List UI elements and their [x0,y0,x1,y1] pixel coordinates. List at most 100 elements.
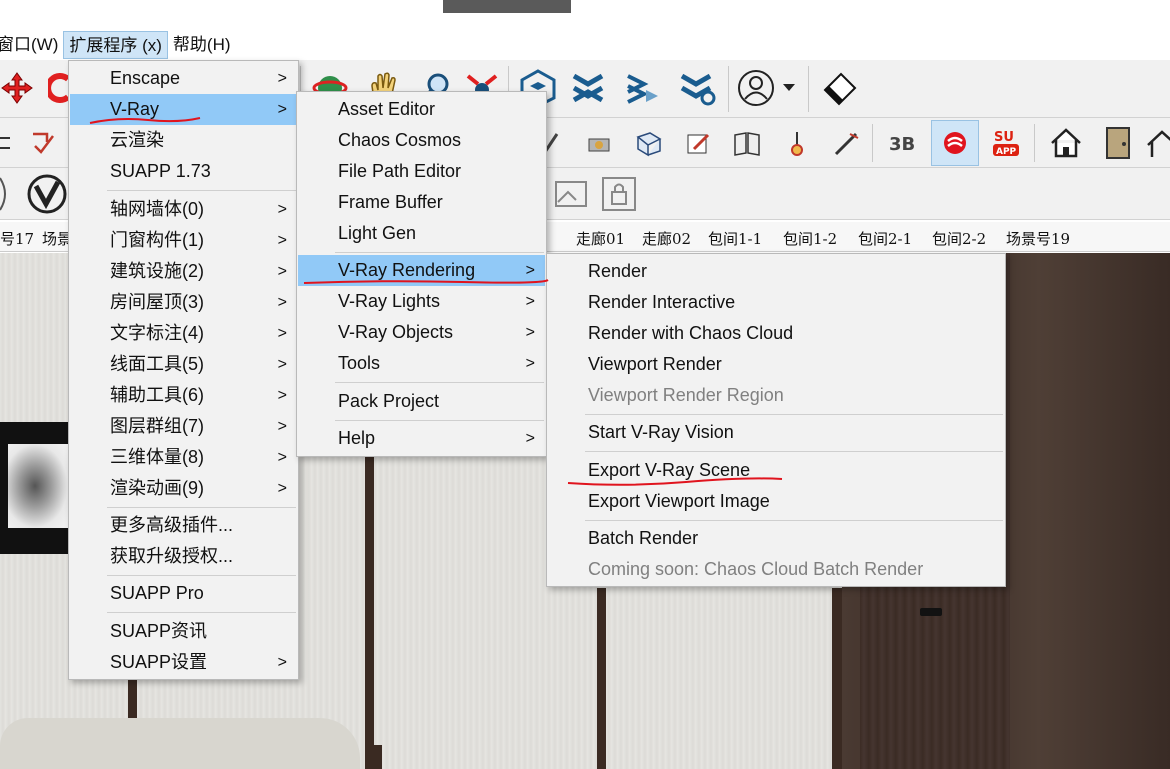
menu-item-cloud-render[interactable]: 云渲染 [70,125,297,156]
chevron-right-icon: > [525,293,535,310]
tool-partial-icon[interactable] [0,174,12,214]
menu-item-layer-group[interactable]: 图层群组(7) > [70,411,297,442]
book-tool-icon[interactable] [730,126,764,160]
material-tool-icon[interactable] [584,126,614,160]
menu-item-chaos-cosmos[interactable]: Chaos Cosmos [298,125,545,156]
vray-rendering-submenu: Render Render Interactive Render with Ch… [546,253,1006,587]
menu-item-more-plugins[interactable]: 更多高级插件... [70,510,297,541]
menu-item-suapp-version[interactable]: SUAPP 1.73 [70,156,297,187]
menu-item-enscape[interactable]: Enscape > [70,63,297,94]
menu-item-asset-editor[interactable]: Asset Editor [298,94,545,125]
scene-tab[interactable]: 包间2-1 [858,228,912,249]
chevron-down-icon[interactable] [780,78,798,98]
menu-item-upgrade-license[interactable]: 获取升级授权... [70,541,297,572]
menubar: 窗口(W) 扩展程序 (x) 帮助(H) [0,30,1170,60]
menu-item-label: Viewport Render [588,354,722,374]
lock-icon[interactable] [596,172,642,216]
menu-window[interactable]: 窗口(W) [0,31,63,59]
vray-settings-icon[interactable] [676,68,720,108]
check-tool-icon[interactable] [28,126,58,160]
menu-item-label: Coming soon: Chaos Cloud Batch Render [588,559,924,579]
wall-painting [8,444,68,528]
menu-item-frame-buffer[interactable]: Frame Buffer [298,187,545,218]
menu-item-suapp-news[interactable]: SUAPP资讯 [70,616,297,647]
scene-tab[interactable]: 号17 [0,228,34,249]
house-icon[interactable] [1044,124,1088,162]
menu-separator [335,382,544,383]
menu-item-render-animation[interactable]: 渲染动画(9) > [70,473,297,504]
vray-send-icon[interactable] [620,68,664,108]
menu-item-3d-volume[interactable]: 三维体量(8) > [70,442,297,473]
menu-item-render-chaos-cloud[interactable]: Render with Chaos Cloud [548,318,1004,349]
toolbar-separator [1034,124,1035,162]
tool-partial-icon[interactable] [0,126,14,160]
menu-item-door-window[interactable]: 门窗构件(1) > [70,225,297,256]
menu-item-suapp-settings[interactable]: SUAPP设置 > [70,647,297,678]
window-title-chip [443,0,571,13]
chevron-right-icon: > [525,355,535,372]
menu-item-viewport-render[interactable]: Viewport Render [548,349,1004,380]
scene-tab[interactable]: 包间1-2 [783,228,837,249]
move-icon[interactable] [0,68,34,108]
menu-item-label: Render [588,261,648,281]
image-frame-icon[interactable] [550,172,592,216]
svg-text:APP: APP [996,147,1017,157]
user-icon[interactable] [734,68,778,108]
menu-item-label: Light Gen [338,223,417,243]
vray-stack-icon[interactable] [566,68,610,108]
pen-tool-icon[interactable] [830,126,864,160]
menu-separator [585,520,1003,521]
menu-item-room-roof[interactable]: 房间屋顶(3) > [70,287,297,318]
chevron-right-icon: > [525,430,535,447]
menu-item-label: 三维体量(8) [110,447,204,467]
extensions-menu: Enscape > V-Ray > 云渲染 SUAPP 1.73 轴网墙体(0) > … [68,60,299,680]
box-tool-icon[interactable] [632,126,664,160]
menu-item-help[interactable]: Help > [298,423,545,454]
menu-help[interactable]: 帮助(H) [168,31,236,59]
wall-post [597,588,606,769]
scene-tab[interactable]: 走廊02 [642,228,691,249]
eraser-icon[interactable] [816,68,862,108]
menu-item-text-annotation[interactable]: 文字标注(4) > [70,318,297,349]
menu-extensions[interactable]: 扩展程序 (x) [63,31,168,59]
sketchup-render-icon[interactable] [931,120,979,166]
door-icon[interactable] [1096,124,1140,162]
menu-item-file-path-editor[interactable]: File Path Editor [298,156,545,187]
menu-item-label: 渲染动画(9) [110,478,204,498]
menu-item-label: Viewport Render Region [588,385,784,405]
menu-item-vray-lights[interactable]: V-Ray Lights > [298,286,545,317]
menu-item-label: V-Ray Lights [338,291,441,311]
suapp-icon[interactable]: SU APP [986,124,1026,162]
house-outline-icon[interactable] [1146,124,1170,162]
menu-item-light-gen[interactable]: Light Gen [298,218,545,249]
menu-item-label: Batch Render [588,528,699,548]
scene-tab[interactable]: 场景号19 [1006,228,1070,249]
menu-item-pack-project[interactable]: Pack Project [298,386,545,417]
menu-item-line-face-tools[interactable]: 线面工具(5) > [70,349,297,380]
menu-item-label: Pack Project [338,391,440,411]
menu-item-tools[interactable]: Tools > [298,348,545,379]
menu-item-export-viewport-image[interactable]: Export Viewport Image [548,486,1004,517]
menu-item-batch-render[interactable]: Batch Render [548,523,1004,554]
menu-item-render[interactable]: Render [548,256,1004,287]
menu-item-label: Frame Buffer [338,192,443,212]
menu-item-chaos-cloud-batch-render: Coming soon: Chaos Cloud Batch Render [548,554,1004,585]
menu-item-building-facilities[interactable]: 建筑设施(2) > [70,256,297,287]
edit-tool-icon[interactable] [682,126,714,160]
menu-item-aux-tools[interactable]: 辅助工具(6) > [70,380,297,411]
menu-item-axis-wall[interactable]: 轴网墙体(0) > [70,194,297,225]
rotate-icon[interactable] [48,68,70,108]
vray-logo-icon[interactable] [24,172,70,216]
text-3d-icon[interactable]: 3B [884,126,924,160]
pin-tool-icon[interactable] [780,126,814,160]
menu-item-start-vray-vision[interactable]: Start V-Ray Vision [548,417,1004,448]
menu-item-label: 更多高级插件... [110,515,234,535]
menu-item-render-interactive[interactable]: Render Interactive [548,287,1004,318]
chevron-right-icon: > [277,263,287,280]
menu-item-label: Help [338,428,376,448]
scene-tab[interactable]: 包间2-2 [932,228,986,249]
scene-tab[interactable]: 走廊01 [576,228,625,249]
menu-item-suapp-pro[interactable]: SUAPP Pro [70,578,297,609]
menu-item-vray-objects[interactable]: V-Ray Objects > [298,317,545,348]
scene-tab[interactable]: 包间1-1 [708,228,762,249]
